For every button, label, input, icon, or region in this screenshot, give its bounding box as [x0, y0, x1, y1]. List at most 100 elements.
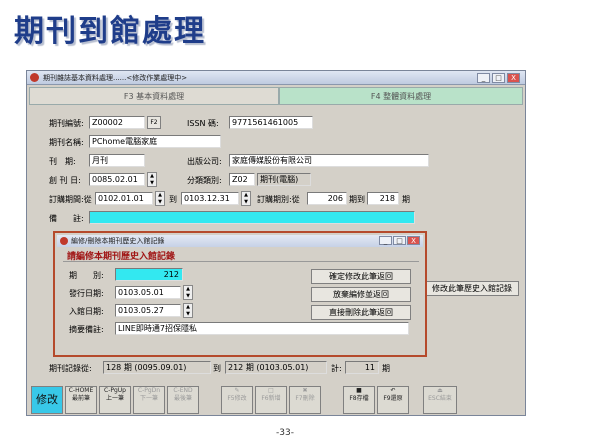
issn-label: ISSN 碼: [187, 119, 219, 128]
publisher-label: 出版公司: [187, 157, 222, 166]
journal-no-label: 期刊編號: [49, 119, 84, 128]
to-label: 到 [169, 195, 177, 204]
edit-icon: ✎ [234, 387, 240, 394]
dialog-memo-field[interactable]: LINE即時通7招保隱私 [115, 322, 409, 335]
toolbar-label: F7刪除 [295, 395, 315, 402]
journal-name-label: 期刊名稱: [49, 138, 84, 147]
app-window: 期刊雜誌基本資料處理......<修改作業處理中> _ □ X F3 基本資料處… [26, 70, 526, 416]
journal-no-field[interactable]: Z00002 [89, 116, 145, 129]
tab-basic-data[interactable]: F3 基本資料處理 [29, 87, 279, 105]
toolbar-sub: 上一筆 [105, 395, 124, 402]
undo-icon: ↶ [390, 387, 396, 394]
toolbar-f8-button[interactable]: ■ F8存檔 [343, 386, 375, 414]
dialog-arrive-field[interactable]: 0103.05.27 [115, 304, 181, 317]
toolbar-prev-button[interactable]: C-PgUp 上一筆 [99, 386, 131, 414]
category-label: 分類類別: [187, 176, 222, 185]
issue-from-field[interactable]: 206 [307, 192, 347, 205]
first-issue-spinner[interactable]: ▲ ▼ [147, 172, 157, 187]
publisher-field[interactable]: 家庭傳媒股份有限公司 [229, 154, 429, 167]
toolbar-label: 修改 [36, 393, 58, 406]
issue-to-label: 期到 [349, 195, 365, 204]
first-issue-field[interactable]: 0085.02.01 [89, 173, 145, 186]
dialog-titlebar: 編修/刪除本期刊歷史入館記錄 _ □ X [57, 235, 423, 247]
toolbar-f6-button[interactable]: □ F6新增 [255, 386, 287, 414]
window-titlebar: 期刊雜誌基本資料處理......<修改作業處理中> _ □ X [27, 71, 525, 85]
dialog-maximize-button[interactable]: □ [393, 236, 406, 245]
issue-to-field[interactable]: 218 [367, 192, 399, 205]
period-label: 刊 期: [49, 157, 76, 166]
category-code-field[interactable]: Z02 [229, 173, 255, 186]
record-label: 期刊記錄從: [49, 364, 92, 373]
toolbar-label: ESC結束 [428, 395, 452, 402]
dialog-publish-label: 發行日期: [69, 289, 104, 298]
sub-from-field[interactable]: 0102.01.01 [95, 192, 153, 205]
toolbar-next-button[interactable]: C-PgDn 下一筆 [133, 386, 165, 414]
exit-icon: ⏏ [437, 387, 443, 394]
note-label: 備 註: [49, 214, 84, 223]
toolbar-sub: 最前筆 [71, 395, 90, 402]
toolbar-label: C-HOME [68, 387, 94, 394]
save-icon: ■ [356, 387, 362, 394]
cancel-edit-button[interactable]: 放棄編修並返回 [311, 287, 411, 302]
count-field: 11 [345, 361, 379, 374]
issue-unit-label: 期 [402, 195, 410, 204]
close-button[interactable]: X [507, 73, 520, 83]
sub-to-field[interactable]: 0103.12.31 [181, 192, 239, 205]
toolbar-label: C-END [173, 387, 193, 394]
dialog-minimize-button[interactable]: _ [379, 236, 392, 245]
count-unit-label: 期 [382, 364, 390, 373]
toolbar-label: F5修改 [227, 395, 247, 402]
toolbar-f5-button[interactable]: ✎ F5修改 [221, 386, 253, 414]
app-icon [30, 73, 39, 82]
note-field[interactable] [89, 211, 415, 224]
delete-icon: ✖ [302, 387, 308, 394]
toolbar-sub: 最後筆 [173, 395, 192, 402]
toolbar-label: F8存檔 [349, 395, 369, 402]
window-title: 期刊雜誌基本資料處理......<修改作業處理中> [43, 74, 188, 82]
dialog-issue-label: 期 別: [69, 271, 104, 280]
category-name-field: 期刊(電腦) [257, 173, 311, 186]
sub-to-spinner[interactable]: ▲ ▼ [241, 191, 251, 206]
first-issue-label: 創 刊 日: [49, 176, 81, 185]
toolbar-f9-button[interactable]: ↶ F9還原 [377, 386, 409, 414]
toolbar-label: F9還原 [383, 395, 403, 402]
minimize-button[interactable]: _ [477, 73, 490, 83]
slide-title: 期刊到館處理 [14, 14, 206, 49]
count-label: 計: [331, 364, 342, 373]
tab-full-data[interactable]: F4 整體資料處理 [279, 87, 523, 105]
lookup-f2-button[interactable]: F2 [147, 116, 161, 129]
dialog-memo-label: 摘要備註: [69, 325, 104, 334]
record-to-label: 到 [213, 364, 221, 373]
toolbar-last-button[interactable]: C-END 最後筆 [167, 386, 199, 414]
toolbar-label: C-PgUp [104, 387, 126, 394]
toolbar-first-button[interactable]: C-HOME 最前筆 [65, 386, 97, 414]
toolbar-esc-button[interactable]: ⏏ ESC結束 [423, 386, 457, 414]
toolbar-edit-mode[interactable]: 修改 [31, 386, 63, 414]
toolbar-f7-button[interactable]: ✖ F7刪除 [289, 386, 321, 414]
record-from-field: 128 期 (0095.09.01) [103, 361, 211, 374]
dialog-publish-spinner[interactable]: ▲ ▼ [183, 285, 193, 300]
edit-history-button[interactable]: 修改此筆歷史入館記錄 [425, 281, 519, 296]
sub-period-label: 訂購期間:從 [49, 195, 92, 204]
dialog-arrive-label: 入館日期: [69, 307, 104, 316]
maximize-button[interactable]: □ [492, 73, 505, 83]
dialog-publish-field[interactable]: 0103.05.01 [115, 286, 181, 299]
confirm-edit-button[interactable]: 確定修改此筆返回 [311, 269, 411, 284]
period-field[interactable]: 月刊 [89, 154, 145, 167]
sub-from-spinner[interactable]: ▲ ▼ [155, 191, 165, 206]
toolbar-sub: 下一筆 [139, 395, 158, 402]
journal-name-field[interactable]: PChome電腦家庭 [89, 135, 221, 148]
issn-field[interactable]: 9771561461005 [229, 116, 313, 129]
dialog-arrive-spinner[interactable]: ▲ ▼ [183, 303, 193, 318]
toolbar-label: C-PgDn [137, 387, 161, 394]
dialog-close-button[interactable]: X [407, 236, 420, 245]
page-number: -33- [276, 428, 294, 438]
delete-record-button[interactable]: 直接刪除此筆返回 [311, 305, 411, 320]
dialog-divider [63, 261, 419, 262]
dialog-icon [60, 237, 68, 245]
record-to-field: 212 期 (0103.05.01) [225, 361, 327, 374]
toolbar-label: F6新增 [261, 395, 281, 402]
dialog-issue-field[interactable]: 212 [115, 268, 183, 281]
sub-issue-label: 訂購期別:從 [257, 195, 300, 204]
new-icon: □ [268, 387, 274, 394]
